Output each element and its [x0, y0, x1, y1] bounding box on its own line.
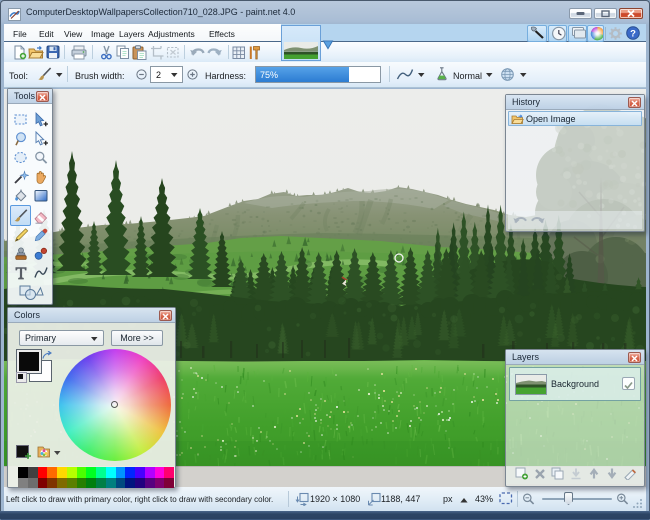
- svg-text:?: ?: [630, 29, 636, 40]
